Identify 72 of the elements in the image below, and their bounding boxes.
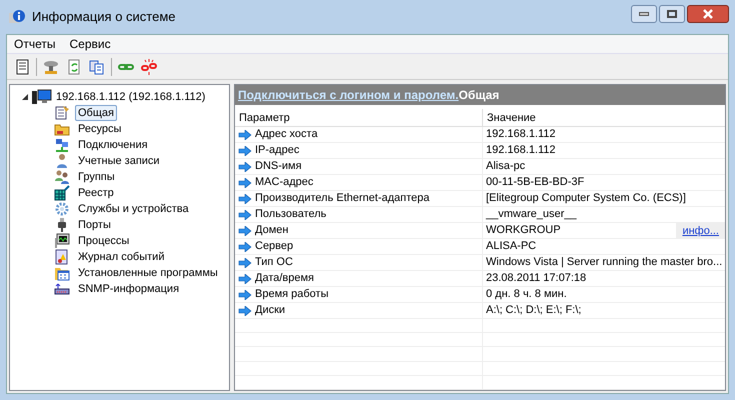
table-cell-text: Дата/время <box>255 271 314 286</box>
program-folder-icon <box>54 265 70 281</box>
table-cell-text: 0 дн. 8 ч. 8 мин. <box>486 287 567 302</box>
tree-item[interactable]: Службы и устройства <box>75 202 192 216</box>
table-cell-text: Сервер <box>255 239 294 254</box>
tree-item[interactable]: SNMP-информация <box>75 282 182 296</box>
section-title: Общая <box>458 87 500 104</box>
tree-item[interactable]: Журнал событий <box>75 250 168 264</box>
menu-item[interactable]: Отчеты <box>7 35 62 53</box>
tree-item[interactable]: Ресурсы <box>75 122 124 136</box>
monitor-icon <box>54 233 70 249</box>
column-header[interactable]: Значение <box>483 109 725 126</box>
table-cell-text: A:\; C:\; D:\; E:\; F:\; <box>486 303 582 318</box>
log-icon <box>54 249 70 265</box>
tree-item[interactable]: Подключения <box>75 138 151 152</box>
tree-item[interactable]: Процессы <box>75 234 132 248</box>
tree-item[interactable]: Реестр <box>75 186 117 200</box>
users-icon <box>54 169 70 185</box>
gear-icon <box>54 201 70 217</box>
user-icon <box>54 153 70 169</box>
document-icon <box>54 105 70 121</box>
info-icon <box>8 8 26 26</box>
table-cell-text: WORKGROUP <box>486 223 561 238</box>
table-cell-text: 192.168.1.112 <box>486 143 556 158</box>
arrow-icon <box>238 306 252 316</box>
tree-item[interactable]: 192.168.1.112 (192.168.1.112) <box>56 88 206 106</box>
table-cell-text: Адрес хоста <box>255 127 318 142</box>
table-cell-text: 00-11-5B-EB-BD-3F <box>486 175 584 190</box>
tree-item[interactable]: Общая <box>75 105 117 121</box>
arrow-icon <box>238 242 252 252</box>
arrow-icon <box>238 178 252 188</box>
table-cell-text: ALISA-PC <box>486 239 536 254</box>
arrow-icon <box>238 226 252 236</box>
table-cell-text: __vmware_user__ <box>486 207 576 222</box>
blocks-icon <box>54 185 70 201</box>
table-cell-text: Домен <box>255 223 288 238</box>
table-cell-text: IP-адрес <box>255 143 300 158</box>
table-cell-text: Windows Vista | Server running the master bro... <box>486 255 722 270</box>
computer-icon <box>32 89 52 105</box>
tree-item[interactable]: Установленные программы <box>75 266 221 280</box>
table-cell-text: Время работы <box>255 287 329 302</box>
tree-item[interactable]: Учетные записи <box>75 154 163 168</box>
column-header[interactable]: Параметр <box>235 109 483 126</box>
network-icon <box>54 137 70 153</box>
arrow-icon <box>238 146 252 156</box>
tree-item[interactable]: Порты <box>75 218 114 232</box>
arrow-icon <box>238 258 252 268</box>
table-cell-text: [Elitegroup Computer System Co. (ECS)] <box>486 191 686 206</box>
menu-item[interactable]: Сервис <box>62 35 118 53</box>
table-cell-text: Производитель Ethernet-адаптера <box>255 191 430 206</box>
arrow-icon <box>238 194 252 204</box>
table-cell-text: Диски <box>255 303 286 318</box>
arrow-icon <box>238 162 252 172</box>
arrow-icon <box>238 210 252 220</box>
minimize-button[interactable] <box>631 5 657 23</box>
close-button[interactable] <box>687 5 729 23</box>
table-cell-text: MAC-адрес <box>255 175 314 190</box>
table-cell-text: Alisa-pc <box>486 159 526 174</box>
window-title: Информация о системе <box>32 8 176 26</box>
table-cell-text: 192.168.1.112 <box>486 127 556 142</box>
table-cell-text: Пользователь <box>255 207 326 222</box>
close-icon <box>702 9 714 19</box>
tree-item[interactable]: Группы <box>75 170 118 184</box>
maximize-button[interactable] <box>659 5 685 23</box>
info-link[interactable]: инфо... <box>676 223 725 238</box>
table-cell-text: DNS-имя <box>255 159 302 174</box>
table-cell-text: Тип ОС <box>255 255 293 270</box>
table-cell-text: 23.08.2011 17:07:18 <box>486 271 586 286</box>
arrow-icon <box>238 290 252 300</box>
router-icon <box>54 281 70 297</box>
arrow-icon <box>238 274 252 284</box>
arrow-icon <box>238 130 252 140</box>
